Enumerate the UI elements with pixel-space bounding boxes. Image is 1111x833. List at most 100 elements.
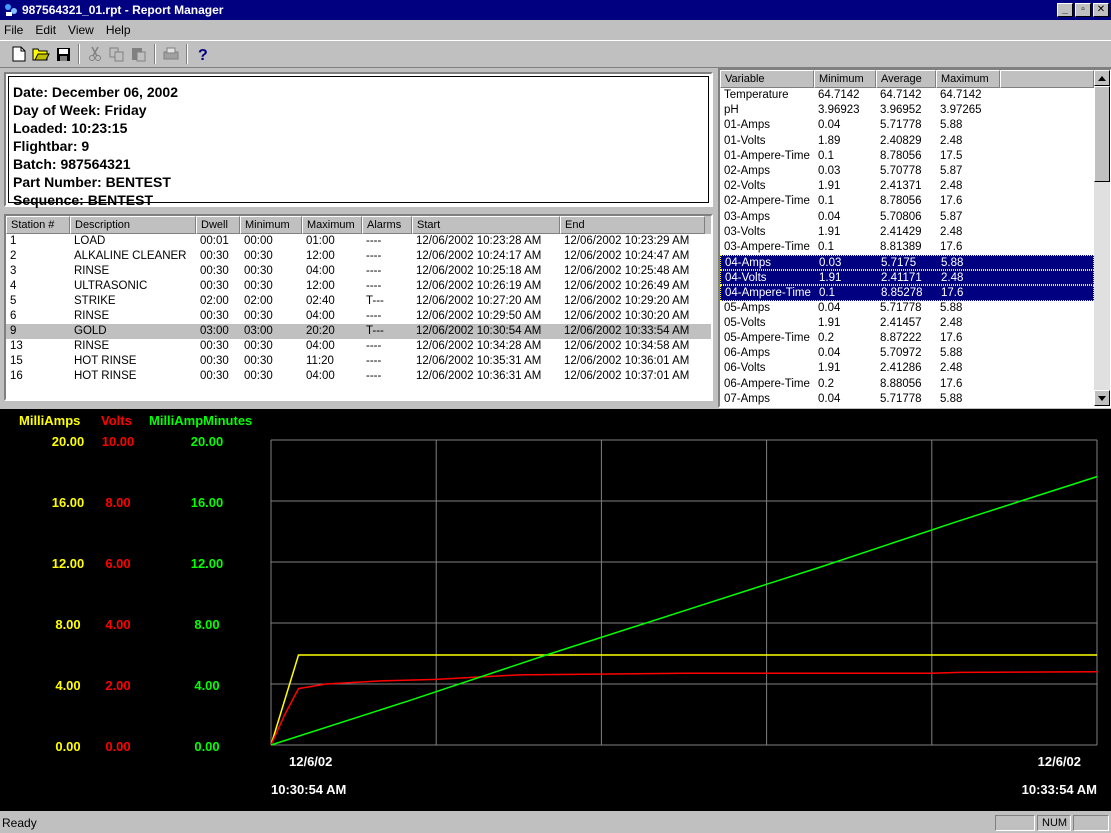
variable-column-header[interactable]: Minimum — [814, 70, 876, 88]
x-axis-date-label: 12/6/02 — [1038, 754, 1081, 769]
station-column-header[interactable]: Maximum — [302, 216, 362, 234]
variable-row[interactable]: 04-Amps 0.03 5.7175 5.88 — [720, 255, 1094, 271]
variable-cell: 1.91 — [819, 272, 842, 285]
station-cell: 12/06/2002 10:34:28 AM — [416, 340, 542, 352]
station-row[interactable]: 6 RINSE 00:30 00:30 04:00 ---- 12/06/2002 10:2… — [6, 309, 711, 324]
variable-row[interactable]: 02-Volts 1.91 2.41371 2.48 — [720, 179, 1094, 194]
axis-tick-label-volts: 10.00 — [102, 434, 135, 449]
station-row[interactable]: 4 ULTRASONIC 00:30 00:30 12:00 ---- 12/06/2002… — [6, 279, 711, 294]
station-cell: 03:00 — [200, 325, 229, 337]
station-row[interactable]: 13 RINSE 00:30 00:30 04:00 ---- 12/06/2002 10:… — [6, 339, 711, 354]
variable-row[interactable]: 01-Volts 1.89 2.40829 2.48 — [720, 134, 1094, 149]
station-cell: 00:30 — [244, 355, 273, 367]
toolbar-separator — [154, 44, 156, 64]
save-button[interactable] — [52, 43, 74, 65]
maximize-button[interactable]: ▫ — [1075, 3, 1091, 17]
station-row[interactable]: 5 STRIKE 02:00 02:00 02:40 T--- 12/06/2002 10:… — [6, 294, 711, 309]
close-button[interactable]: ✕ — [1093, 3, 1109, 17]
variable-cell: 03-Volts — [724, 225, 766, 238]
variable-row[interactable]: 01-Ampere-Time 0.1 8.78056 17.5 — [720, 149, 1094, 164]
variable-column-header[interactable]: Average — [876, 70, 936, 88]
minimize-button[interactable]: _ — [1057, 3, 1073, 17]
station-row[interactable]: 3 RINSE 00:30 00:30 04:00 ---- 12/06/2002 10:2… — [6, 264, 711, 279]
station-column-header[interactable]: Minimum — [240, 216, 302, 234]
variable-row[interactable]: 07-Amps 0.04 5.71778 5.88 — [720, 392, 1094, 406]
station-cell: 12/06/2002 10:25:18 AM — [416, 265, 542, 277]
variable-cell: 0.1 — [818, 195, 834, 208]
variable-row[interactable]: 05-Ampere-Time 0.2 8.87222 17.6 — [720, 331, 1094, 346]
new-file-icon — [12, 46, 26, 62]
menu-edit[interactable]: Edit — [35, 23, 56, 37]
variable-cell: 05-Volts — [724, 316, 766, 329]
variable-row[interactable]: 06-Amps 0.04 5.70972 5.88 — [720, 346, 1094, 361]
paste-button[interactable] — [128, 43, 150, 65]
scroll-up-button[interactable] — [1094, 70, 1110, 86]
station-row[interactable]: 2 ALKALINE CLEANER 00:30 00:30 12:00 ---- 12/0… — [6, 249, 711, 264]
open-folder-icon — [32, 48, 50, 61]
variable-row[interactable]: Temperature 64.7142 64.7142 64.7142 — [720, 88, 1094, 103]
variable-row[interactable]: 04-Ampere-Time 0.1 8.85278 17.6 — [720, 285, 1094, 301]
variable-row[interactable]: 06-Volts 1.91 2.41286 2.48 — [720, 361, 1094, 376]
station-cell: HOT RINSE — [74, 370, 137, 382]
menu-file[interactable]: File — [4, 23, 23, 37]
variable-row[interactable]: 03-Volts 1.91 2.41429 2.48 — [720, 225, 1094, 240]
scrollbar-thumb[interactable] — [1094, 86, 1110, 182]
station-cell: 04:00 — [306, 340, 335, 352]
variable-column-header[interactable]: Maximum — [936, 70, 1000, 88]
station-cell: ---- — [366, 370, 382, 382]
menu-view[interactable]: View — [68, 23, 94, 37]
variable-row[interactable]: 05-Volts 1.91 2.41457 2.48 — [720, 316, 1094, 331]
scroll-down-button[interactable] — [1094, 390, 1110, 406]
station-cell: 12/06/2002 10:29:20 AM — [564, 295, 690, 307]
station-cell: 00:30 — [200, 250, 229, 262]
station-column-header[interactable]: Station # — [6, 216, 70, 234]
station-cell: 00:30 — [244, 340, 273, 352]
print-button[interactable] — [160, 43, 182, 65]
variable-column-header[interactable] — [1000, 70, 1094, 88]
variable-row[interactable]: 01-Amps 0.04 5.71778 5.88 — [720, 118, 1094, 133]
variable-column-header[interactable]: Variable — [720, 70, 814, 88]
station-row[interactable]: 16 HOT RINSE 00:30 00:30 04:00 ---- 12/06/2002… — [6, 369, 711, 384]
variable-cell: 17.6 — [940, 377, 963, 390]
info-date: Date: December 06, 2002 — [13, 84, 178, 100]
station-cell: ---- — [366, 310, 382, 322]
variable-row[interactable]: 06-Ampere-Time 0.2 8.88056 17.6 — [720, 377, 1094, 392]
variable-row[interactable]: 04-Volts 1.91 2.41171 2.48 — [720, 270, 1094, 286]
copy-button[interactable] — [106, 43, 128, 65]
toolbar-separator — [186, 44, 188, 64]
variable-row[interactable]: 03-Amps 0.04 5.70806 5.87 — [720, 210, 1094, 225]
station-column-header[interactable]: Start — [412, 216, 560, 234]
variable-cell: 64.7142 — [880, 89, 922, 101]
arrow-down-icon — [1098, 395, 1106, 401]
variable-row[interactable]: 03-Ampere-Time 0.1 8.81389 17.6 — [720, 240, 1094, 255]
station-column-header[interactable]: Dwell — [196, 216, 240, 234]
help-button[interactable]: ? — [192, 43, 214, 65]
station-column-header[interactable]: Alarms — [362, 216, 412, 234]
menu-help[interactable]: Help — [106, 23, 131, 37]
station-row[interactable]: 1 LOAD 00:01 00:00 01:00 ---- 12/06/2002 10:23… — [6, 234, 711, 249]
variable-list[interactable]: Variable Minimum Average Maximum Temperatur… — [718, 68, 1111, 408]
variable-cell: 04-Volts — [725, 272, 767, 285]
station-cell: 00:30 — [244, 265, 273, 277]
variable-list-body: Temperature 64.7142 64.7142 64.7142 pH 3.9692… — [720, 88, 1094, 406]
variable-row[interactable]: 02-Ampere-Time 0.1 8.78056 17.6 — [720, 194, 1094, 209]
copy-icon — [109, 47, 124, 61]
open-button[interactable] — [30, 43, 52, 65]
cut-button[interactable] — [84, 43, 106, 65]
cut-icon — [89, 46, 101, 61]
station-row[interactable]: 9 GOLD 03:00 03:00 20:20 T--- 12/06/2002 10:30… — [6, 324, 711, 339]
variable-cell: 2.48 — [940, 134, 963, 147]
variable-row[interactable]: 02-Amps 0.03 5.70778 5.87 — [720, 164, 1094, 179]
variable-row[interactable]: pH 3.96923 3.96952 3.97265 — [720, 103, 1094, 118]
station-list[interactable]: Station # Description Dwell Minimum Maximum A… — [4, 214, 713, 401]
variable-cell: 07-Amps — [724, 392, 771, 405]
variable-cell: 5.88 — [940, 119, 963, 132]
variable-cell: 2.41429 — [880, 225, 922, 238]
station-column-header[interactable]: Description — [70, 216, 196, 234]
station-row[interactable]: 15 HOT RINSE 00:30 00:30 11:20 ---- 12/06/2002… — [6, 354, 711, 369]
variable-cell: Temperature — [724, 89, 789, 101]
variable-list-scrollbar[interactable] — [1094, 70, 1110, 406]
new-file-button[interactable] — [8, 43, 30, 65]
station-column-header[interactable]: End — [560, 216, 705, 234]
variable-row[interactable]: 05-Amps 0.04 5.71778 5.88 — [720, 301, 1094, 316]
